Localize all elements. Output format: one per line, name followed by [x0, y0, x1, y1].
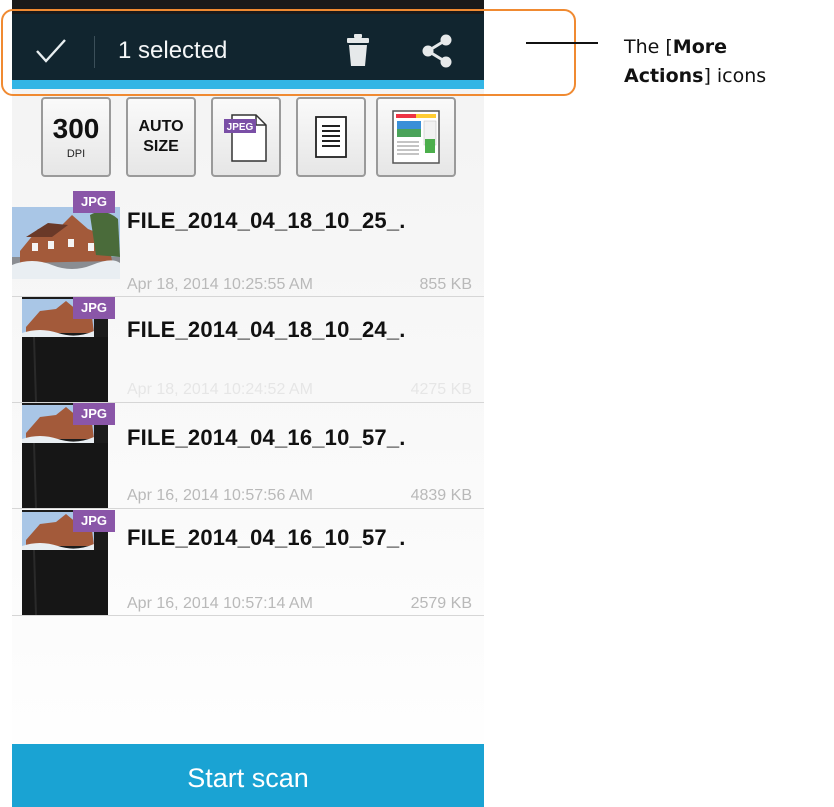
- contextual-action-bar: 1 selected: [12, 14, 484, 80]
- callout-text: The [More Actions] icons: [624, 33, 834, 91]
- file-name: FILE_2014_04_18_10_24_.: [127, 317, 406, 342]
- color-mode-button[interactable]: [376, 97, 456, 177]
- list-item[interactable]: JPG FILE_2014_04_16_10_57_. Apr 16, 2014…: [12, 510, 484, 616]
- auto-size-button[interactable]: AUTO SIZE: [126, 97, 196, 177]
- callout-line: [526, 42, 598, 44]
- file-meta: Apr 18, 2014 10:24:52 AM 4275 KB: [127, 381, 472, 399]
- selection-count: 1 selected: [118, 37, 228, 64]
- file-meta: Apr 16, 2014 10:57:56 AM 4839 KB: [127, 487, 472, 505]
- phone-screen: 1 selected 300 DPI AUTO SIZE JPEG JPG FI…: [12, 0, 484, 807]
- file-name: FILE_2014_04_18_10_25_.: [127, 208, 406, 233]
- action-bar-divider: [94, 36, 95, 68]
- dpi-unit: DPI: [66, 148, 86, 160]
- file-date: Apr 18, 2014 10:25:55 AM: [127, 276, 313, 293]
- file-size: 4839 KB: [410, 487, 472, 504]
- file-size: 855 KB: [419, 276, 472, 293]
- auto-size-line1: AUTO: [138, 118, 184, 135]
- jpg-badge: JPG: [73, 403, 115, 425]
- dpi-button[interactable]: 300 DPI: [41, 97, 111, 177]
- trash-icon[interactable]: [346, 32, 370, 68]
- share-icon[interactable]: [420, 33, 454, 69]
- jpg-badge: JPG: [73, 297, 115, 319]
- row-divider: [12, 615, 484, 616]
- row-divider: [12, 508, 484, 509]
- file-name: FILE_2014_04_16_10_57_.: [127, 425, 406, 450]
- list-item[interactable]: JPG FILE_2014_04_18_10_24_. Apr 18, 2014…: [12, 297, 484, 403]
- file-size: 2579 KB: [410, 595, 472, 612]
- dpi-value: 300: [52, 113, 100, 144]
- status-bar: [12, 0, 484, 14]
- file-date: Apr 16, 2014 10:57:56 AM: [127, 487, 313, 504]
- jpg-badge: JPG: [73, 191, 115, 213]
- file-thumbnail: [12, 207, 120, 279]
- check-icon[interactable]: [34, 36, 68, 66]
- file-meta: Apr 18, 2014 10:25:55 AM 855 KB: [127, 276, 472, 294]
- action-bar-accent-strip: [12, 80, 484, 89]
- file-date: Apr 18, 2014 10:24:52 AM: [127, 381, 313, 398]
- list-item[interactable]: JPG FILE_2014_04_18_10_25_. Apr 18, 2014…: [12, 191, 484, 297]
- file-size: 4275 KB: [410, 381, 472, 398]
- file-name: FILE_2014_04_16_10_57_.: [127, 525, 406, 550]
- document-icon: [315, 116, 347, 158]
- jpg-badge: JPG: [73, 510, 115, 532]
- jpeg-file-icon: JPEG: [224, 114, 267, 162]
- single-page-button[interactable]: [296, 97, 366, 177]
- color-document-icon: [392, 110, 440, 164]
- start-scan-button[interactable]: Start scan: [12, 744, 484, 807]
- jpeg-badge-text: JPEG: [227, 122, 254, 133]
- callout-prefix: The [: [624, 36, 673, 58]
- file-date: Apr 16, 2014 10:57:14 AM: [127, 595, 313, 612]
- file-format-button[interactable]: JPEG: [211, 97, 281, 177]
- callout-bold-1: More: [672, 36, 728, 58]
- list-item[interactable]: JPG FILE_2014_04_16_10_57_. Apr 16, 2014…: [12, 403, 484, 509]
- callout-suffix: ] icons: [703, 65, 767, 87]
- auto-size-line2: SIZE: [143, 138, 179, 155]
- file-meta: Apr 16, 2014 10:57:14 AM 2579 KB: [127, 595, 472, 613]
- callout-bold-2: Actions: [624, 65, 704, 87]
